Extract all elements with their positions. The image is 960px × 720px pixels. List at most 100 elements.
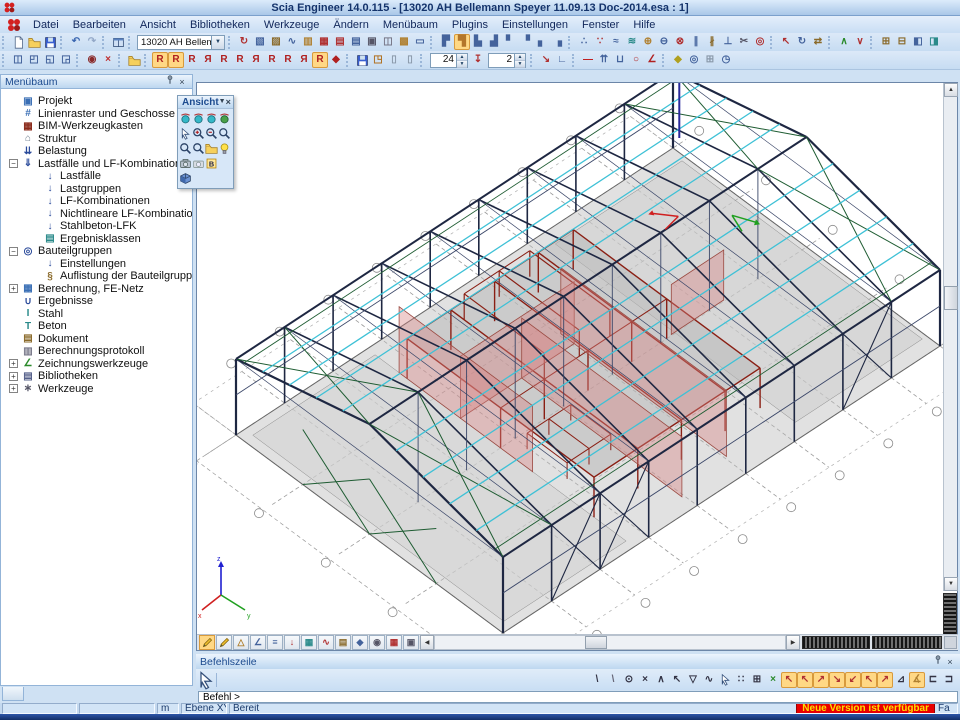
grid-step-button[interactable]: ⊞ — [749, 672, 765, 688]
doc-gray-2-button[interactable]: ▯ — [402, 52, 418, 68]
fe-mesh-button[interactable]: ▦ — [316, 34, 332, 50]
snap-vertex-button[interactable]: ∧ — [653, 672, 669, 688]
pin-icon[interactable] — [932, 654, 944, 669]
filter-surfaces-button[interactable]: ≈ — [608, 34, 624, 50]
rotate-button[interactable]: ↻ — [794, 34, 810, 50]
draw-mode-button[interactable] — [199, 635, 215, 650]
track-1-button[interactable]: ⊏ — [925, 672, 941, 688]
export-item-button[interactable] — [126, 52, 142, 68]
undo-button[interactable]: ↶ — [68, 34, 84, 50]
view-top-button[interactable]: ▜ — [454, 34, 470, 50]
horizontal-scrollbar[interactable] — [434, 635, 786, 650]
scroll-right-icon[interactable]: ▶ — [786, 635, 800, 650]
close-icon[interactable]: × — [944, 656, 956, 668]
show-hide-button[interactable]: ◉ — [84, 52, 100, 68]
toolbar-grip[interactable] — [60, 36, 65, 49]
activity-4-button[interactable]: Я — [200, 52, 216, 68]
open-file-button[interactable] — [26, 34, 42, 50]
snap-endpoint-button[interactable]: \ — [589, 672, 605, 688]
zoom-in-button[interactable] — [192, 126, 205, 140]
toolbar-grip[interactable] — [420, 54, 425, 67]
step-spinner[interactable]: 2▲▼ — [488, 53, 526, 68]
zoom-out-button[interactable] — [205, 126, 218, 140]
cross-sections-button[interactable]: ⊞ — [878, 34, 894, 50]
filter-members-button[interactable]: ∵ — [592, 34, 608, 50]
view-back-button[interactable]: ▘ — [502, 34, 518, 50]
recalculate-button[interactable]: ↻ — [236, 34, 252, 50]
dim-vertical-button[interactable]: ⇈ — [596, 52, 612, 68]
toolbar-grip[interactable] — [228, 36, 233, 49]
polar-mode-button[interactable]: ∡ — [909, 672, 925, 688]
scale-spinner[interactable]: 24▲▼ — [430, 53, 468, 68]
capture-button[interactable]: ◉ — [369, 635, 385, 650]
draw-mode-2-button[interactable] — [216, 635, 232, 650]
zoom-detail-button[interactable]: ◎ — [686, 52, 702, 68]
view-bottom-button[interactable]: ▝ — [518, 34, 534, 50]
parallel-select-button[interactable]: ∥ — [688, 34, 704, 50]
track-2-button[interactable]: ⊐ — [941, 672, 957, 688]
view-perspective-button[interactable]: ▗ — [550, 34, 566, 50]
toolbar-grip[interactable] — [870, 36, 875, 49]
snap-triangle-button[interactable]: ▽ — [685, 672, 701, 688]
mirror-button[interactable]: ⇄ — [810, 34, 826, 50]
lasso-select-button[interactable]: ∿ — [284, 34, 300, 50]
red-line-button[interactable]: — — [580, 52, 596, 68]
filter-nodes-button[interactable]: ∴ — [576, 34, 592, 50]
activity-3-button[interactable]: R — [184, 52, 200, 68]
scroll-down-icon[interactable]: ▼ — [944, 577, 958, 591]
menu-werkzeuge[interactable]: Werkzeuge — [257, 18, 326, 32]
connect-members-button[interactable]: ∨ — [852, 34, 868, 50]
rotate-z-button[interactable] — [218, 111, 231, 125]
tile-vertical-button[interactable]: ◱ — [42, 52, 58, 68]
cascade-windows-button[interactable]: ◫ — [10, 52, 26, 68]
layers-button[interactable]: ▤ — [335, 635, 351, 650]
chevron-down-icon[interactable]: ▼ — [219, 96, 226, 108]
activity-11-button[interactable]: R — [312, 52, 328, 68]
show-graph-button[interactable]: ∠ — [250, 635, 266, 650]
osnap-node-button[interactable]: ↖ — [781, 672, 797, 688]
toolbar-grip[interactable] — [770, 36, 775, 49]
image-export-button[interactable]: ▭ — [412, 34, 428, 50]
toolbar-grip[interactable] — [572, 54, 577, 67]
circle-tool-button[interactable]: ○ — [628, 52, 644, 68]
view-axo-button[interactable]: ▖ — [534, 34, 550, 50]
activity-12-button[interactable]: ◆ — [328, 52, 344, 68]
table-view-button[interactable]: ▤ — [348, 34, 364, 50]
horizontal-pan-wheel[interactable] — [802, 636, 870, 649]
osnap-mid-button[interactable]: ↗ — [813, 672, 829, 688]
menu-fenster[interactable]: Fenster — [575, 18, 626, 32]
activity-6-button[interactable]: R — [232, 52, 248, 68]
show-labels-button[interactable]: ≡ — [267, 635, 283, 650]
new-file-button[interactable] — [10, 34, 26, 50]
zoom-all-button[interactable] — [179, 141, 192, 155]
protractor-button[interactable]: ◷ — [718, 52, 734, 68]
pan-button[interactable] — [179, 126, 192, 140]
view-store-button[interactable] — [179, 156, 192, 170]
menu--ndern[interactable]: Ändern — [326, 18, 375, 32]
close-icon[interactable]: × — [226, 96, 231, 108]
catalogs-button[interactable]: ◨ — [926, 34, 942, 50]
tile-horizontal-button[interactable]: ◰ — [26, 52, 42, 68]
toolbar-grip[interactable] — [128, 36, 133, 49]
display-settings-button[interactable]: ◆ — [352, 635, 368, 650]
menu-ansicht[interactable]: Ansicht — [133, 18, 183, 32]
ortho-mode-button[interactable]: ⊿ — [893, 672, 909, 688]
snap-curve-button[interactable]: ∿ — [701, 672, 717, 688]
gallery-button[interactable]: ▩ — [396, 34, 412, 50]
toolbar-grip[interactable] — [76, 54, 81, 67]
target-select-button[interactable]: ◎ — [752, 34, 768, 50]
horizontal-zoom-wheel[interactable] — [872, 636, 942, 649]
spin-up-icon[interactable]: ▲ — [515, 54, 525, 61]
show-results-button[interactable]: ∿ — [318, 635, 334, 650]
export-doc-button[interactable]: ◳ — [370, 52, 386, 68]
spin-down-icon[interactable]: ▼ — [457, 61, 467, 68]
toolbar-grip[interactable] — [568, 36, 573, 49]
zoom-previous-button[interactable] — [192, 141, 205, 155]
redo-button[interactable]: ↷ — [84, 34, 100, 50]
menu-men-baum[interactable]: Menübaum — [376, 18, 445, 32]
perpendicular-button[interactable]: ⊥ — [720, 34, 736, 50]
view-recall-button[interactable] — [192, 156, 205, 170]
scroll-left-icon[interactable]: ◀ — [420, 635, 434, 650]
print-button[interactable]: ▣ — [364, 34, 380, 50]
scroll-up-icon[interactable]: ▲ — [944, 83, 958, 97]
